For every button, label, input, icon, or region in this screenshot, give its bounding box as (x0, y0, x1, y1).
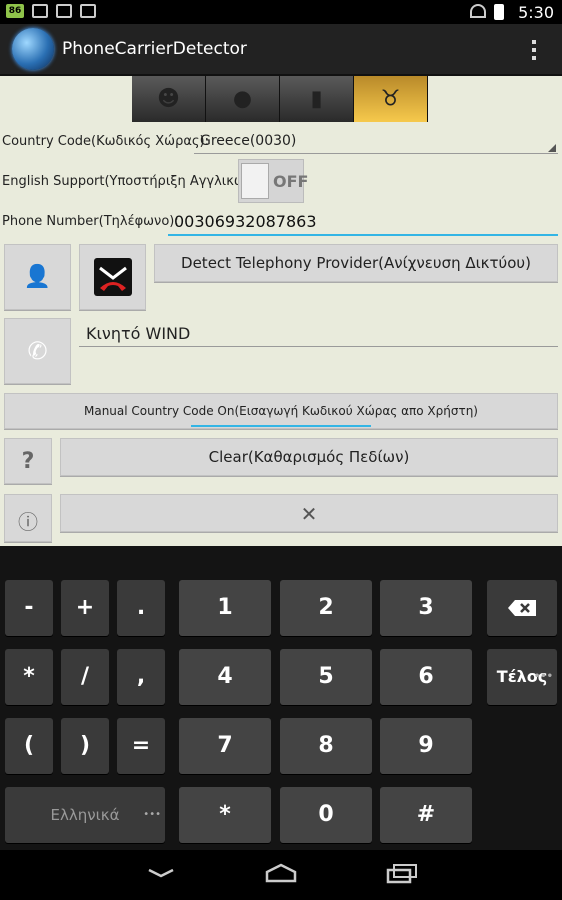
key-close-paren[interactable]: ) (61, 718, 109, 774)
key-hash[interactable]: # (380, 787, 472, 843)
apple-thumb[interactable]: ● (206, 76, 280, 122)
spinner-underline (194, 153, 558, 154)
country-code-label: Country Code(Κωδικός Χώρας): (2, 134, 209, 149)
key-8[interactable]: 8 (280, 718, 372, 774)
toggle-state: OFF (273, 172, 309, 191)
language-label: Ελληνικά (50, 806, 120, 824)
recents-icon[interactable] (386, 862, 418, 884)
info-icon: ⓘ (18, 510, 38, 534)
key-4[interactable]: 4 (179, 649, 271, 705)
navigation-bar (0, 850, 562, 900)
battery-icon (494, 4, 504, 20)
back-icon[interactable] (146, 862, 176, 882)
bucket-icon: ▮ (310, 86, 323, 112)
clear-label: Clear(Καθαρισμός Πεδίων) (208, 448, 410, 466)
call-button[interactable]: ✆ (4, 318, 71, 384)
key-period[interactable]: . (117, 580, 165, 636)
key-plus[interactable]: + (61, 580, 109, 636)
key-6[interactable]: 6 (380, 649, 472, 705)
contact-icon: 👤 (23, 264, 52, 290)
key-3[interactable]: 3 (380, 580, 472, 636)
detect-provider-label: Detect Telephony Provider(Ανίχνευση Δικτ… (181, 254, 531, 272)
key-star[interactable]: * (179, 787, 271, 843)
more-dots: ••• (143, 809, 161, 820)
worker-icon: ☻ (157, 86, 180, 112)
phone-number-input[interactable]: 00306932087863 (168, 208, 558, 236)
missed-call-icon (93, 258, 132, 296)
english-support-label: English Support(Υποστήριξη Αγγλικών): (2, 174, 262, 189)
english-support-toggle[interactable]: OFF (238, 159, 308, 203)
country-code-spinner[interactable]: Greece(0030) (200, 133, 296, 149)
more-dots: ••• (533, 671, 553, 682)
status-bar: 86 5:30 (0, 0, 562, 24)
key-open-paren[interactable]: ( (5, 718, 53, 774)
close-icon: ✕ (300, 502, 318, 526)
phone-icon: ✆ (27, 337, 48, 365)
call-log-button[interactable] (79, 244, 146, 310)
phone-input-underline (168, 234, 558, 236)
phone-number-label: Phone Number(Τηλέφωνο): (2, 214, 179, 229)
help-button[interactable]: ? (4, 438, 52, 484)
main-content: ☻ ● ▮ ♉ Country Code(Κωδικός Χώρας): Gre… (0, 76, 562, 546)
clock: 5:30 (518, 3, 554, 22)
close-button[interactable]: ✕ (60, 494, 558, 532)
key-comma[interactable]: , (117, 649, 165, 705)
wifi-icon (470, 4, 486, 18)
thumbnail-strip: ☻ ● ▮ ♉ (132, 76, 428, 122)
key-1[interactable]: 1 (179, 580, 271, 636)
backspace-icon (508, 600, 536, 616)
carrier-result: Κινητό WIND (86, 324, 191, 343)
help-icon: ? (21, 449, 35, 474)
numeric-keyboard: - + . 1 2 3 * / , 4 5 6 Τέλος ••• ( ) = … (0, 546, 562, 850)
battery-badge: 86 (6, 4, 24, 18)
backspace-key[interactable] (487, 580, 557, 636)
gallery-icon (32, 4, 48, 18)
worker-thumb[interactable]: ☻ (132, 76, 206, 122)
detect-provider-button[interactable]: Detect Telephony Provider(Ανίχνευση Δικτ… (154, 244, 558, 282)
key-asterisk[interactable]: * (5, 649, 53, 705)
home-icon[interactable] (264, 862, 298, 884)
key-minus[interactable]: - (5, 580, 53, 636)
key-7[interactable]: 7 (179, 718, 271, 774)
overflow-menu-icon[interactable] (532, 40, 536, 60)
key-9[interactable]: 9 (380, 718, 472, 774)
manual-country-code-label: Manual Country Code On(Εισαγωγή Κωδικού … (83, 404, 478, 418)
cow-icon: ♉ (380, 86, 401, 112)
app-title: PhoneCarrierDetector (62, 39, 247, 59)
info-button[interactable]: ⓘ (4, 494, 52, 542)
app-icon[interactable] (12, 28, 54, 70)
key-2[interactable]: 2 (280, 580, 372, 636)
gmail-icon (56, 4, 72, 18)
contacts-button[interactable]: 👤 (4, 244, 71, 310)
apple-icon: ● (232, 86, 253, 112)
done-key[interactable]: Τέλος ••• (487, 649, 557, 705)
key-5[interactable]: 5 (280, 649, 372, 705)
result-underline (79, 346, 558, 347)
language-key[interactable]: Ελληνικά ••• (5, 787, 165, 843)
bucket-thumb[interactable]: ▮ (280, 76, 354, 122)
cow-thumb[interactable]: ♉ (354, 76, 428, 122)
key-slash[interactable]: / (61, 649, 109, 705)
manual-country-code-button[interactable]: Manual Country Code On(Εισαγωγή Κωδικού … (4, 393, 558, 429)
spinner-arrow-icon (548, 144, 556, 152)
key-equals[interactable]: = (117, 718, 165, 774)
key-0[interactable]: 0 (280, 787, 372, 843)
clear-button[interactable]: Clear(Καθαρισμός Πεδίων) (60, 438, 558, 476)
toggle-knob (241, 163, 269, 199)
manual-on-indicator (191, 425, 371, 427)
keyboard-icon (80, 4, 96, 18)
action-bar: PhoneCarrierDetector (0, 24, 562, 76)
